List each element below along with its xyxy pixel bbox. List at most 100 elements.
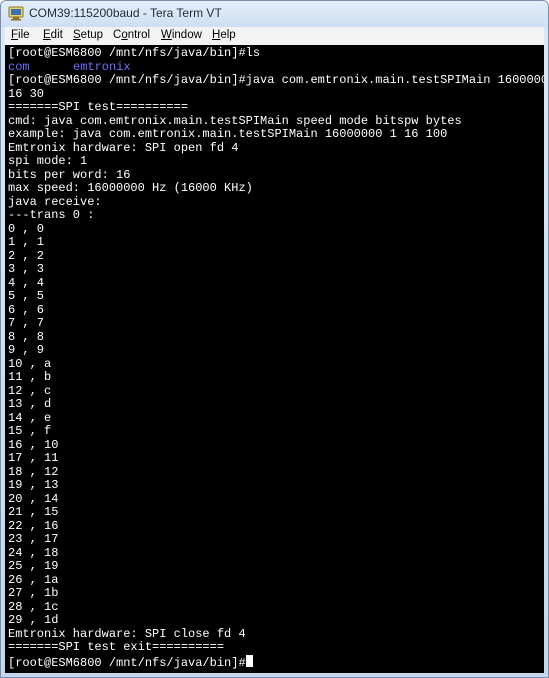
terminal-line: 21 , 15 [8,506,58,519]
terminal-line: 12 , c [8,383,52,398]
terminal-line: 29 , 1d [8,614,58,627]
menu-edit-rest: dit [50,29,63,41]
terminal-line-text: cmd: java com.emtronix.main.testSPIMain … [8,113,462,128]
terminal-line-text: 25 , 19 [8,559,59,573]
menu-bar: File Edit Setup Control Window Help [5,27,544,46]
terminal-line: =======SPI test========== [8,101,188,114]
text-cursor [245,654,253,667]
menu-file-key: F [11,29,19,41]
terminal-line-text: 3 , 3 [8,262,45,276]
menu-edit[interactable]: Edit [43,29,63,41]
menu-window-key: W [161,29,172,41]
terminal-line-text: 0 , 0 [8,221,45,236]
terminal-line: 3 , 3 [8,263,44,276]
terminal-line: Emtronix hardware: SPI open fd 4 [8,140,239,155]
menu-help-rest: elp [220,29,236,41]
terminal-line-text: 2 , 2 [8,248,45,263]
title-bar[interactable]: COM39:115200baud - Tera Term VT [1,1,548,27]
terminal-line: bits per word: 16 [8,167,131,182]
terminal-line-text: =======SPI test exit========== [8,640,225,654]
terminal-line-text: 10 , a [8,356,52,371]
terminal-line-text: [root@ESM6800 /mnt/nfs/java/bin]#ls [8,46,261,60]
terminal-line-text: 6 , 6 [8,302,45,317]
terminal-line: spi mode: 1 [8,155,87,168]
terminal-line-text: [root@ESM6800 /mnt/nfs/java/bin]# [8,655,246,670]
terminal-line: 2 , 2 [8,248,45,263]
terminal-line-text: bits per word: 16 [8,167,131,182]
terminal-line: 24 , 18 [8,546,58,560]
terminal-line: max speed: 16000000 Hz (16000 KHz) [8,182,253,195]
terminal-window: COM39:115200baud - Tera Term VT File Edi… [0,0,549,678]
terminal-line: 27 , 1b [8,587,58,600]
menu-control[interactable]: Control [113,29,150,41]
terminal-line: example: java com.emtronix.main.testSPIM… [8,128,447,141]
terminal-line: 28 , 1c [8,600,58,614]
terminal-line-text: 27 , 1b [8,586,59,600]
terminal-line-text: Emtronix hardware: SPI close fd 4 [8,626,246,641]
terminal-line-text: Emtronix hardware: SPI open fd 4 [8,140,239,155]
terminal-line: 22 , 16 [8,518,59,533]
ls-entry-com: com [8,59,30,74]
terminal-line-text: 12 , c [8,383,52,398]
terminal-line-text: 17 , 11 [8,451,59,465]
terminal-line-text: =======SPI test========== [8,100,189,114]
terminal-line-text: 22 , 16 [8,518,59,533]
terminal-line-text: 8 , 8 [8,329,45,344]
terminal-line: 7 , 7 [8,317,44,330]
menu-edit-key: E [43,29,51,41]
terminal-line-text: 29 , 1d [8,613,59,627]
menu-setup-rest: etup [80,29,104,41]
terminal-line-text: 15 , f [8,424,52,438]
terminal-line-text: 19 , 13 [8,478,59,492]
terminal-line: 1 , 1 [8,236,44,249]
terminal-line: 25 , 19 [8,560,58,573]
terminal-line: 5 , 5 [8,290,44,303]
terminal-line: 16 , 10 [8,437,59,452]
terminal-line-text: 1 , 1 [8,235,45,249]
terminal-line-text: 9 , 9 [8,343,45,357]
terminal-line: 6 , 6 [8,302,45,317]
terminal-line-text: [root@ESM6800 /mnt/nfs/java/bin]#java co… [8,73,544,87]
terminal-line: Emtronix hardware: SPI close fd 4 [8,626,246,641]
terminal-line: ---trans 0 : [8,209,94,222]
ls-entry-emtronix: emtronix [73,59,131,74]
menu-window-rest: indow [171,29,202,41]
menu-file[interactable]: File [11,29,30,41]
terminal-line: [root@ESM6800 /mnt/nfs/java/bin]#ls [8,47,260,60]
terminal-line: 14 , e [8,410,52,425]
terminal-line: 13 , d [8,398,51,411]
menu-help[interactable]: Help [212,29,236,41]
terminal-line-text: 23 , 17 [8,532,59,546]
terminal-line: 15 , f [8,425,51,438]
terminal-line-text: 5 , 5 [8,289,45,303]
terminal-line: 17 , 11 [8,452,58,465]
terminal-line-text: 20 , 14 [8,491,59,506]
terminal-line-text: 26 , 1a [8,572,59,587]
terminal-line-text: 16 30 [8,86,45,101]
terminal-line-text: spi mode: 1 [8,154,88,168]
terminal-line-text: 7 , 7 [8,316,45,330]
menu-window[interactable]: Window [161,29,202,41]
terminal-line-text: 21 , 15 [8,505,59,519]
terminal-line-text: 18 , 12 [8,464,59,479]
terminal-line-text: example: java com.emtronix.main.testSPIM… [8,127,448,141]
menu-setup[interactable]: Setup [73,29,103,41]
terminal-line-text: 14 , e [8,410,52,425]
terminal-line: cmd: java com.emtronix.main.testSPIMain … [8,113,462,128]
terminal-line: =======SPI test exit========== [8,641,224,654]
terminal-line-text: max speed: 16000000 Hz (16000 KHz) [8,181,253,195]
terminal-line-text: ---trans 0 : [8,208,95,222]
terminal-line-text: 13 , d [8,397,52,411]
terminal-line: 10 , a [8,356,52,371]
terminal-line: [root@ESM6800 /mnt/nfs/java/bin]#java co… [8,74,544,87]
tera-term-icon [8,6,24,21]
terminal-line-text: 16 , 10 [8,437,59,452]
menu-control-rest: ntrol [127,29,151,41]
terminal-line: java receive: [8,195,102,209]
terminal-screen[interactable]: [root@ESM6800 /mnt/nfs/java/bin]#ls com em… [5,45,544,673]
terminal-line: 23 , 17 [8,533,58,546]
window-title: COM39:115200baud - Tera Term VT [29,6,222,20]
terminal-line: 20 , 14 [8,491,59,506]
terminal-line: 0 , 0 [8,221,45,236]
terminal-line-text: 11 , b [8,370,52,384]
